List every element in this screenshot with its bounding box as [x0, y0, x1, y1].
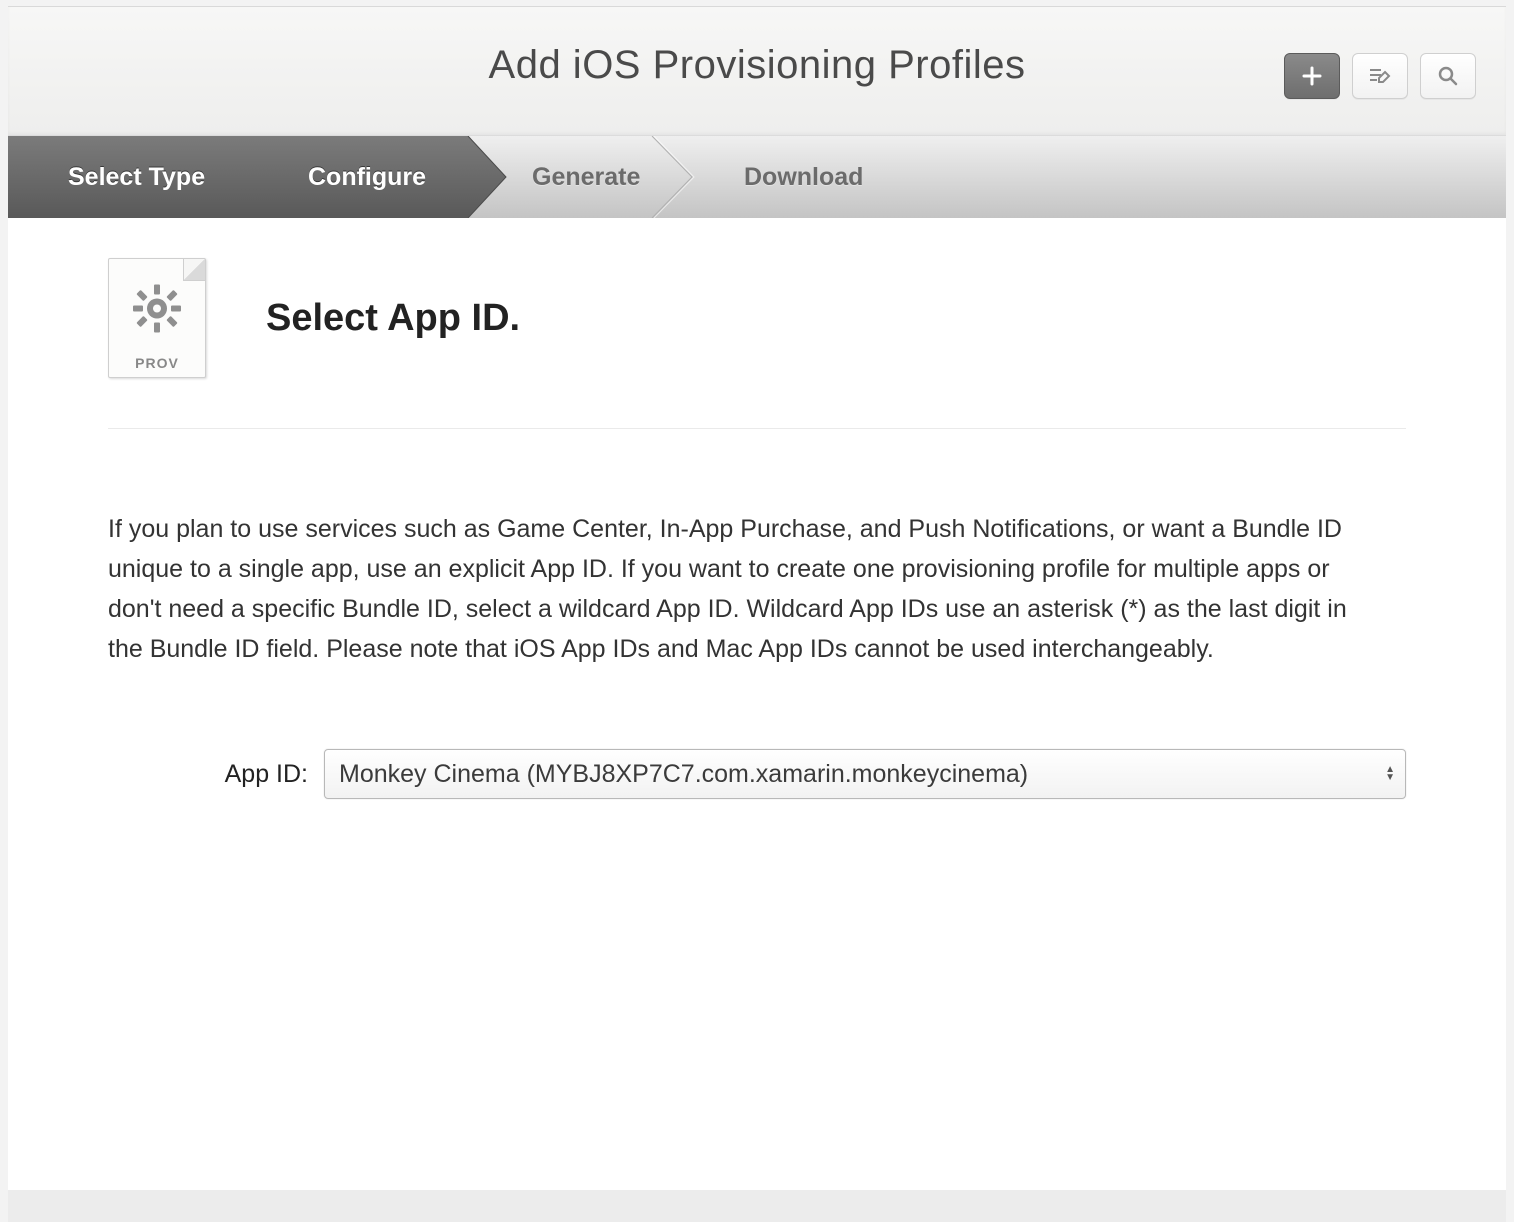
step-select-type[interactable]: Select Type [68, 136, 205, 218]
footer-strip [8, 1190, 1506, 1222]
header-toolbar [1284, 53, 1476, 99]
description-text: If you plan to use services such as Game… [8, 429, 1506, 669]
step-configure[interactable]: Configure [308, 136, 426, 218]
step-label: Generate [532, 163, 640, 192]
page-title: Add iOS Provisioning Profiles [8, 7, 1506, 88]
select-arrows-icon: ▲▼ [1385, 766, 1395, 782]
add-button[interactable] [1284, 53, 1340, 99]
app-id-selected-value: Monkey Cinema (MYBJ8XP7C7.com.xamarin.mo… [339, 760, 1028, 789]
plus-icon [1302, 66, 1322, 86]
step-generate: Generate [532, 136, 640, 218]
step-download: Download [744, 136, 863, 218]
edit-icon [1368, 66, 1392, 86]
step-label: Download [744, 163, 863, 192]
app-id-label: App ID: [108, 760, 308, 789]
step-label: Configure [308, 163, 426, 192]
provisioning-profile-icon: PROV [108, 258, 206, 378]
step-bar: Select Type Configure Generate Download [8, 136, 1506, 218]
app-id-select[interactable]: Monkey Cinema (MYBJ8XP7C7.com.xamarin.mo… [324, 749, 1406, 799]
section-title: Select App ID. [266, 297, 520, 340]
search-icon [1437, 65, 1459, 87]
edit-button[interactable] [1352, 53, 1408, 99]
page-header: Add iOS Provisioning Profiles [8, 7, 1506, 136]
search-button[interactable] [1420, 53, 1476, 99]
content-area: PROV Select App ID. If you plan to use s… [8, 218, 1506, 1222]
provisioning-icon-label: PROV [109, 355, 205, 371]
gear-icon [131, 282, 183, 339]
app-id-row: App ID: Monkey Cinema (MYBJ8XP7C7.com.xa… [8, 669, 1506, 799]
step-label: Select Type [68, 163, 205, 192]
